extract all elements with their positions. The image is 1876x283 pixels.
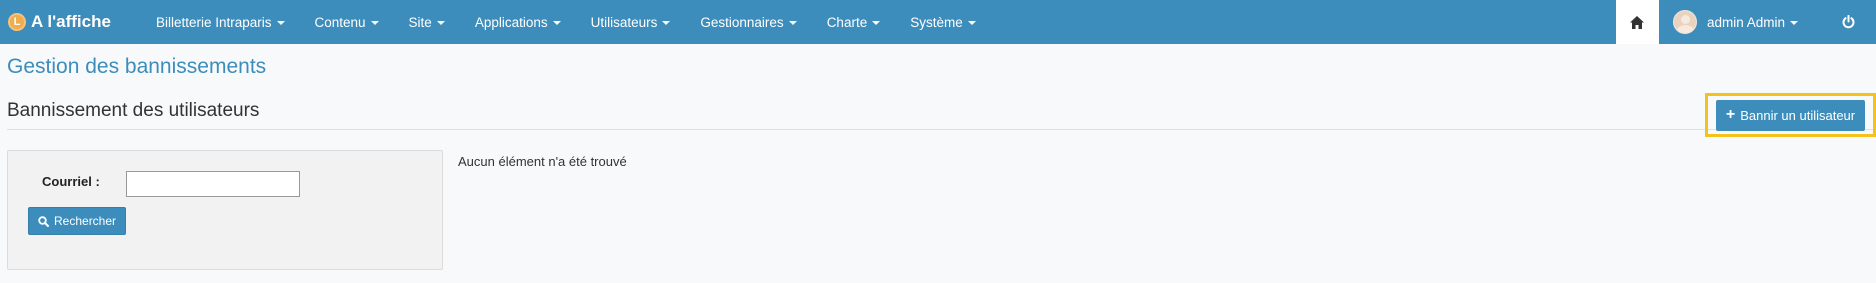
nav-menu-systeme[interactable]: Système: [895, 0, 991, 44]
caret-down-icon: [276, 21, 285, 25]
user-name: admin Admin: [1706, 14, 1785, 30]
brand-link[interactable]: L A l'affiche: [0, 0, 141, 44]
ban-user-button[interactable]: + Bannir un utilisateur: [1715, 99, 1866, 131]
home-button[interactable]: [1615, 0, 1659, 44]
caret-down-icon: [662, 21, 671, 25]
email-field[interactable]: [126, 171, 300, 197]
search-button[interactable]: Rechercher: [28, 207, 127, 235]
nav-menu-label: Gestionnaires: [700, 14, 784, 30]
section-title: Bannissement des utilisateurs: [7, 100, 260, 121]
nav-menu-charte[interactable]: Charte: [812, 0, 896, 44]
brand-logo-icon: L: [8, 13, 26, 31]
nav-menu-applications[interactable]: Applications: [460, 0, 576, 44]
plus-icon: +: [1725, 106, 1736, 123]
caret-down-icon: [370, 21, 379, 25]
caret-down-icon: [967, 21, 976, 25]
nav-menu-gestionnaires[interactable]: Gestionnaires: [685, 0, 811, 44]
power-icon: [1842, 15, 1854, 29]
brand-title: A l'affiche: [31, 12, 111, 31]
section-divider: [7, 129, 1876, 130]
email-label: Courriel :: [42, 174, 100, 189]
page-title: Gestion des bannissements: [7, 55, 267, 78]
nav-menu-utilisateurs[interactable]: Utilisateurs: [576, 0, 686, 44]
caret-down-icon: [552, 21, 561, 25]
nav-menu-label: Billetterie Intraparis: [155, 14, 272, 30]
ban-user-button-label: Bannir un utilisateur: [1740, 107, 1856, 123]
search-button-label: Rechercher: [54, 214, 117, 228]
logout-button[interactable]: [1820, 0, 1876, 44]
nav-menu-label: Charte: [826, 14, 868, 30]
top-navbar: L A l'affiche Billetterie Intraparis Con…: [0, 0, 1876, 44]
navbar-right: admin Admin: [1615, 0, 1876, 44]
nav-menu-label: Système: [910, 14, 963, 30]
nav-menu-label: Utilisateurs: [590, 14, 658, 30]
empty-results-message: Aucun élément n'a été trouvé: [458, 154, 627, 169]
ban-button-highlight: + Bannir un utilisateur: [1705, 93, 1876, 137]
caret-down-icon: [1790, 21, 1798, 25]
nav-menu-contenu[interactable]: Contenu: [300, 0, 394, 44]
caret-down-icon: [436, 21, 445, 25]
home-icon: [1630, 15, 1645, 29]
caret-down-icon: [788, 21, 797, 25]
nav-menu-label: Site: [408, 14, 432, 30]
nav-menu-site[interactable]: Site: [394, 0, 460, 44]
nav-menu-label: Contenu: [314, 14, 366, 30]
search-panel: Courriel : Rechercher: [7, 150, 443, 270]
avatar: [1672, 10, 1697, 34]
nav-menu-label: Applications: [474, 14, 548, 30]
user-menu[interactable]: admin Admin: [1659, 0, 1820, 44]
nav-menu-billetterie[interactable]: Billetterie Intraparis: [141, 0, 300, 44]
caret-down-icon: [872, 21, 881, 25]
search-icon: [38, 215, 49, 227]
